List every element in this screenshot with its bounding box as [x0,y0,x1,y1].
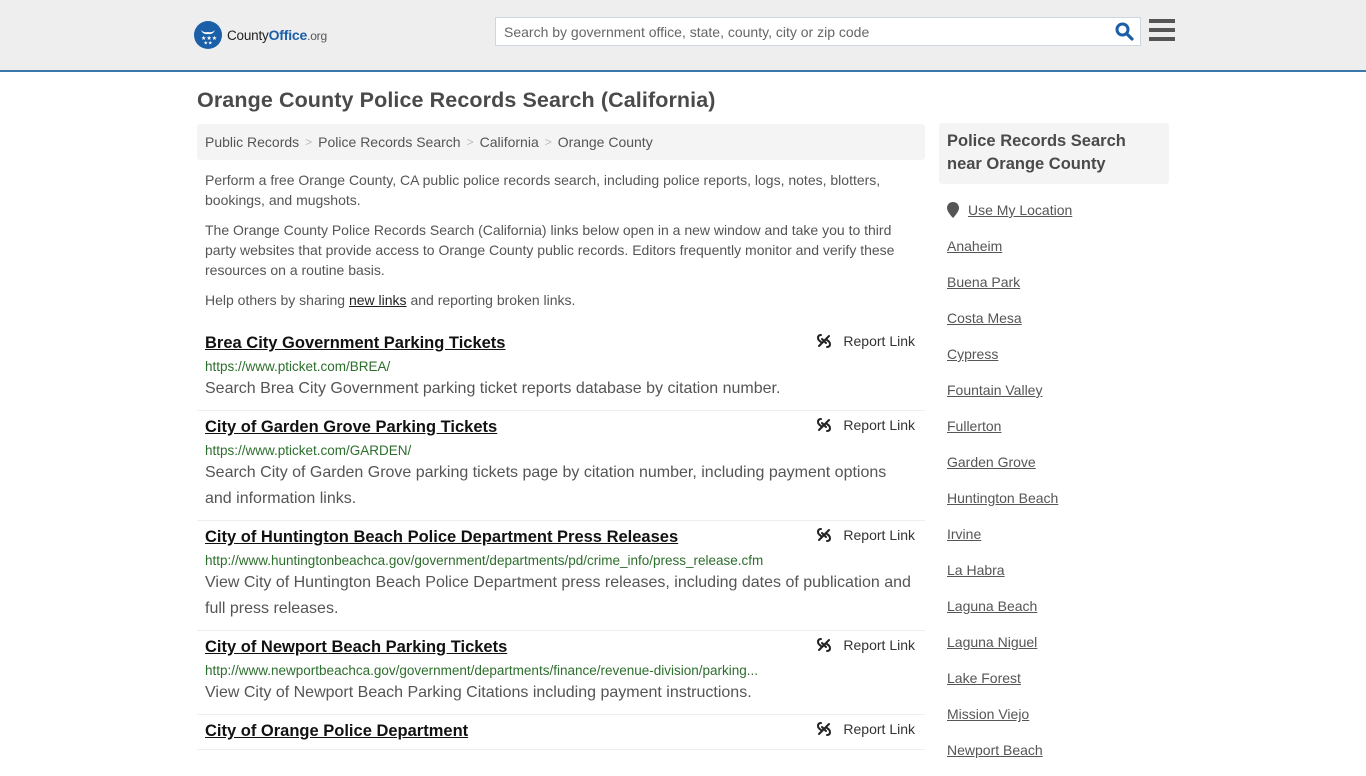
city-link-lake-forest[interactable]: Lake Forest [947,670,1021,686]
broken-link-icon [817,418,832,432]
breadcrumb-public-records[interactable]: Public Records [205,134,299,150]
list-item: City of Huntington Beach Police Departme… [197,521,925,631]
nearby-cities-list: Use My Location Anaheim Buena Park Costa… [947,200,1167,776]
search-icon [1115,22,1134,41]
city-item: Irvine [947,524,1167,560]
city-item: Newport Beach [947,740,1167,776]
city-link-la-habra[interactable]: La Habra [947,562,1005,578]
result-description: View City of Huntington Beach Police Dep… [205,574,911,617]
city-link-fountain-valley[interactable]: Fountain Valley [947,382,1042,398]
city-item: Garden Grove [947,452,1167,488]
svg-text:★★: ★★ [204,41,213,46]
use-my-location: Use My Location [947,200,1167,220]
breadcrumb-california[interactable]: California [480,134,539,150]
report-link-button[interactable]: Report Link [816,333,915,349]
result-title-link[interactable]: City of Newport Beach Parking Tickets [205,637,507,657]
city-link-anaheim[interactable]: Anaheim [947,238,1002,254]
search-input[interactable] [496,18,1108,45]
result-url[interactable]: http://www.huntingtonbeachca.gov/governm… [205,552,785,569]
result-title-link[interactable]: Brea City Government Parking Tickets [205,333,505,353]
report-link-button[interactable]: Report Link [816,721,915,737]
city-link-garden-grove[interactable]: Garden Grove [947,454,1036,470]
results-list: Brea City Government Parking Tickets Rep… [197,327,925,750]
result-description: View City of Newport Beach Parking Citat… [205,684,752,701]
result-description: Search Brea City Government parking tick… [205,380,781,397]
city-link-newport-beach[interactable]: Newport Beach [947,742,1043,758]
new-links-link[interactable]: new links [349,292,407,308]
site-header: ★★★ ★★ CountyOffice.org [0,0,1366,72]
city-item: Huntington Beach [947,488,1167,524]
use-my-location-link[interactable]: Use My Location [968,202,1072,218]
intro-paragraph-1: Perform a free Orange County, CA public … [205,172,881,208]
city-item: Cypress [947,344,1167,380]
breadcrumb-separator: > [544,135,552,149]
breadcrumb: Public Records > Police Records Search >… [197,124,925,160]
breadcrumb-separator: > [466,135,474,149]
city-link-laguna-niguel[interactable]: Laguna Niguel [947,634,1037,650]
city-link-cypress[interactable]: Cypress [947,346,998,362]
list-item: Brea City Government Parking Tickets Rep… [197,327,925,411]
broken-link-icon [817,334,832,348]
hamburger-menu-icon[interactable] [1149,19,1175,41]
broken-link-icon [817,528,832,542]
result-title-link[interactable]: City of Orange Police Department [205,721,468,741]
result-url[interactable]: http://www.newportbeachca.gov/government… [205,662,785,679]
result-title-link[interactable]: City of Garden Grove Parking Tickets [205,417,497,437]
city-link-irvine[interactable]: Irvine [947,526,981,542]
page-title: Orange County Police Records Search (Cal… [197,88,716,112]
breadcrumb-police-records-search[interactable]: Police Records Search [318,134,460,150]
sidebar-heading: Police Records Search near Orange County [939,123,1169,184]
city-item: Fountain Valley [947,380,1167,416]
eagle-stars-icon: ★★★ ★★ [194,21,222,49]
city-item: Fullerton [947,416,1167,452]
city-item: Laguna Beach [947,596,1167,632]
city-item: Buena Park [947,272,1167,308]
city-link-huntington-beach[interactable]: Huntington Beach [947,490,1058,506]
intro-paragraph-3: Help others by sharing new links and rep… [205,292,576,308]
city-item: Laguna Niguel [947,632,1167,668]
city-link-costa-mesa[interactable]: Costa Mesa [947,310,1022,326]
city-item: Lake Forest [947,668,1167,704]
city-item: Costa Mesa [947,308,1167,344]
city-link-buena-park[interactable]: Buena Park [947,274,1020,290]
report-link-button[interactable]: Report Link [816,527,915,543]
result-description: Search City of Garden Grove parking tick… [205,464,887,507]
city-item: La Habra [947,560,1167,596]
result-title-link[interactable]: City of Huntington Beach Police Departme… [205,527,678,547]
countyoffice-logo[interactable]: ★★★ ★★ CountyOffice.org [194,21,327,49]
intro-paragraph-2: The Orange County Police Records Search … [205,222,895,278]
city-item: Anaheim [947,236,1167,272]
breadcrumb-orange-county[interactable]: Orange County [558,134,653,150]
logo-wordmark: CountyOffice.org [227,27,327,43]
city-link-mission-viejo[interactable]: Mission Viejo [947,706,1029,722]
result-url[interactable]: https://www.pticket.com/GARDEN/ [205,442,785,459]
list-item: City of Garden Grove Parking Tickets Rep… [197,411,925,521]
list-item: City of Orange Police Department Report … [197,715,925,750]
breadcrumb-separator: > [305,135,313,149]
broken-link-icon [817,638,832,652]
list-item: City of Newport Beach Parking Tickets Re… [197,631,925,715]
site-search [495,17,1141,46]
broken-link-icon [817,722,832,736]
search-button[interactable] [1108,18,1140,45]
result-url[interactable]: https://www.pticket.com/BREA/ [205,358,785,375]
intro-text: Perform a free Orange County, CA public … [205,170,905,320]
map-pin-icon [947,202,959,218]
report-link-button[interactable]: Report Link [816,637,915,653]
report-link-button[interactable]: Report Link [816,417,915,433]
city-item: Mission Viejo [947,704,1167,740]
city-link-fullerton[interactable]: Fullerton [947,418,1001,434]
city-link-laguna-beach[interactable]: Laguna Beach [947,598,1037,614]
